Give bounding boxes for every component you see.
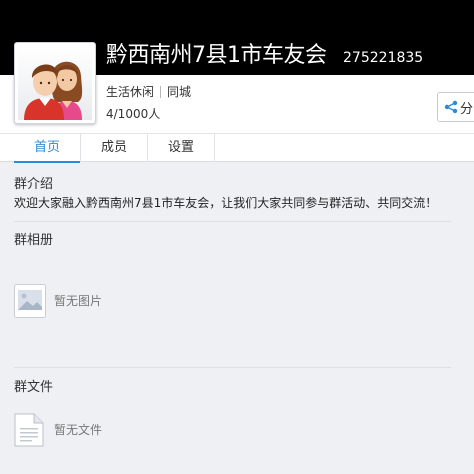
section-divider [14,367,451,368]
files-empty-text: 暂无文件 [54,423,103,437]
document-placeholder-icon [14,413,44,447]
group-tab-bar: 首页 成员 设置 [0,133,474,163]
group-scope-tag[interactable]: 同城 [167,83,191,101]
intro-section-title: 群介绍 [14,177,54,192]
tab-home[interactable]: 首页 [14,134,81,163]
group-tags: 生活休闲 同城 [106,83,191,101]
image-placeholder-icon [14,284,46,318]
group-category-tag[interactable]: 生活休闲 [106,83,154,101]
group-name-title: 黔西南州7县1市车友会 [106,43,327,68]
tab-settings[interactable]: 设置 [148,134,215,162]
share-button[interactable]: 分 [437,92,474,122]
group-member-count: 4/1000人 [106,107,161,121]
tag-separator [160,86,162,98]
group-avatar [14,42,96,124]
section-divider [14,221,451,222]
album-empty-text: 暂无图片 [54,294,103,308]
album-section-title: 群相册 [14,233,54,248]
couple-avatar-icon [18,46,92,120]
tab-members[interactable]: 成员 [81,134,148,162]
share-icon [444,100,458,114]
intro-text: 欢迎大家融入黔西南州7县1市车友会，让我们大家共同参与群活动、共同交流！ [14,196,438,210]
files-section-title: 群文件 [14,380,54,395]
group-id-number: 275221835 [343,50,424,66]
share-label: 分 [460,101,474,117]
